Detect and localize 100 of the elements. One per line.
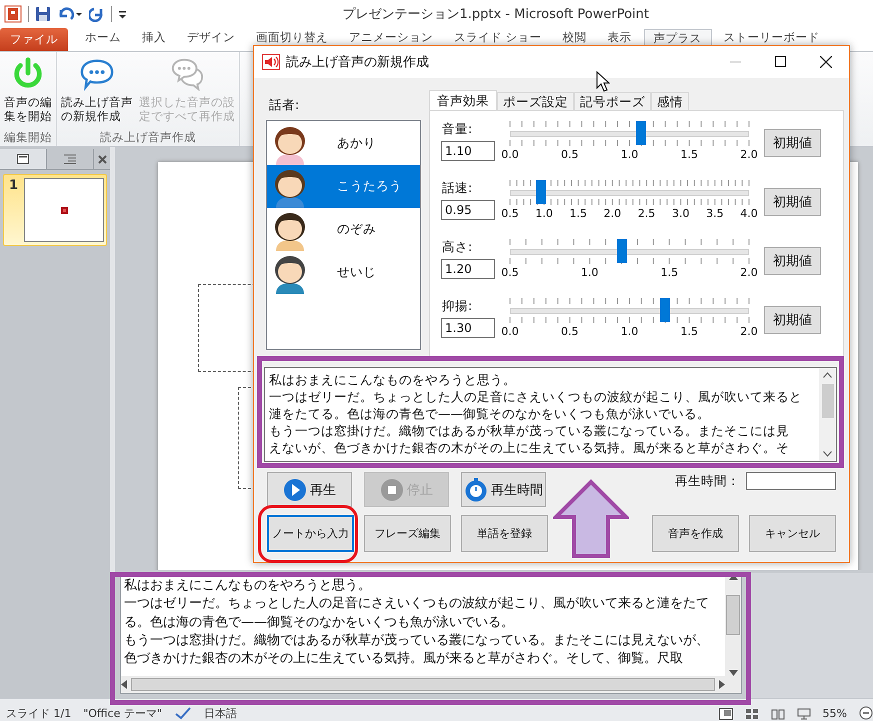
action-button[interactable]: 音声を作成 — [652, 515, 739, 552]
value-field[interactable]: 1.10 — [441, 141, 495, 161]
scroll-thumb[interactable] — [131, 678, 715, 691]
ribbon-tab[interactable]: ストーリーボード — [714, 29, 829, 45]
scale-label: 1.0 — [580, 266, 598, 279]
outline-tab-icon[interactable] — [64, 154, 76, 164]
window-title: プレゼンテーション1.pptx - Microsoft PowerPoint — [342, 6, 649, 23]
reset-button[interactable]: 初期値 — [764, 129, 821, 157]
slider-label: 音量: — [441, 120, 474, 138]
scale-label: 2.0 — [740, 266, 758, 279]
play-icon — [283, 478, 307, 502]
scale-label: 2.0 — [740, 325, 758, 338]
scale-label: 1.0 — [620, 325, 638, 338]
action-button[interactable]: フレーズ編集 — [364, 515, 451, 552]
stopwatch-icon — [464, 478, 488, 502]
ribbon-tab[interactable]: 声プラス — [644, 29, 712, 46]
ribbon-tab[interactable]: 表示 — [598, 29, 641, 45]
slider-thumb[interactable] — [636, 121, 646, 145]
slider-label: 抑揚: — [441, 297, 474, 315]
ribbon-tab[interactable]: 画面切り替え — [247, 29, 337, 45]
text-field[interactable]: 私はおまえにこんなものをやろうと思う。 一つはゼリーだ。ちょっとした人の足音にさえいくつもの波紋が起こり、風が吹いて来ると 漣をたてる。色は海の青色で——御覧そのなかをいくつも魚が泳いでいる。 もう一つは窓掛けだ。織物ではあるが秋草が茂っている叢になっている。またそこには見 えないが、色づきかけた銀杏の木がその上に生えている気持。風が来ると草がさわぐ。そ — [264, 367, 837, 462]
speaker-item[interactable]: こうたろう — [267, 165, 420, 208]
scale-label: 3.0 — [672, 207, 690, 220]
theme-name: "Office テーマ" — [83, 707, 162, 720]
ribbon-tab[interactable]: スライド ショー — [445, 29, 551, 45]
reset-button[interactable]: 初期値 — [764, 306, 821, 334]
scroll-up-icon[interactable] — [728, 574, 738, 580]
notes-line: 色づきかけた銀杏の木がその上に生えている気持。風が来ると草がさわぐ。そして、御覧。尺取 — [124, 650, 684, 668]
ribbon-tab[interactable]: 挿入 — [133, 29, 175, 45]
ribbon-tab[interactable]: 校閲 — [554, 29, 596, 45]
speech-bubbles-icon — [170, 57, 204, 91]
speaker-item[interactable]: せいじ — [267, 251, 420, 294]
ribbon-tab[interactable]: ホーム — [76, 29, 130, 45]
value-field[interactable]: 0.95 — [441, 200, 495, 220]
reset-button[interactable]: 初期値 — [764, 188, 821, 216]
text-line: 漣をたてる。色は海の青色で——御覧そのなかをいくつも魚が泳いでいる。 — [269, 405, 711, 422]
zoom-out-icon[interactable] — [859, 706, 873, 720]
scroll-thumb[interactable] — [822, 384, 834, 418]
action-button[interactable]: 単語を登録 — [461, 515, 548, 552]
scroll-thumb[interactable] — [726, 595, 740, 635]
normal-view-icon[interactable] — [718, 708, 733, 720]
speaker-item[interactable]: あかり — [267, 122, 420, 165]
slider-thumb[interactable] — [536, 180, 546, 204]
ribbon-button[interactable]: 読み上げ音声 の新規作成 — [59, 55, 135, 129]
ribbon-tab[interactable]: デザイン — [178, 29, 244, 45]
scale-label: 0.5 — [501, 207, 519, 220]
text-line: 一つはゼリーだ。ちょっとした人の足音にさえいくつもの波紋が起こり、風が吹いて来ると — [269, 388, 803, 405]
slider-thumb[interactable] — [660, 298, 670, 322]
scale-label: 3.5 — [706, 207, 724, 220]
maximize-icon[interactable] — [775, 56, 786, 67]
duration-label: 再生時間： — [675, 472, 740, 490]
scroll-up-icon[interactable] — [823, 372, 832, 378]
ribbon-button[interactable]: 音声の編 集を開始 — [2, 55, 54, 129]
app-icon[interactable] — [4, 5, 22, 23]
slides-tab-icon[interactable] — [17, 154, 29, 164]
scroll-down-icon[interactable] — [823, 451, 832, 457]
spellcheck-icon[interactable] — [174, 706, 192, 720]
text-line: えないが、色づきかけた銀杏の木がその上に生えている気持。風が来ると草がさわぐ。そ — [269, 439, 790, 456]
scale-label: 1.5 — [680, 325, 698, 338]
value-field[interactable]: 1.30 — [441, 318, 495, 338]
file-tab[interactable]: ファイル — [0, 28, 68, 51]
action-button[interactable]: ノートから入力 — [267, 515, 354, 552]
value-field[interactable]: 1.20 — [441, 259, 495, 279]
duration-field[interactable] — [746, 472, 836, 490]
zoom-level: 55% — [822, 707, 847, 720]
text-line: 私はおまえにこんなものをやろうと思う。 — [269, 371, 517, 388]
redo-icon[interactable] — [89, 6, 105, 22]
scale-label: 2.0 — [604, 207, 622, 220]
scale-label: 2.0 — [740, 148, 758, 161]
playback-button[interactable]: 再生時間 — [461, 472, 546, 507]
reading-view-icon[interactable] — [770, 708, 785, 720]
scale-label: 2.5 — [638, 207, 656, 220]
dialog-tab[interactable]: 感情 — [651, 92, 689, 110]
slide-number: 1 — [9, 178, 18, 195]
playback-button[interactable]: 再生 — [267, 472, 352, 507]
scale-label: 1.5 — [570, 207, 588, 220]
dialog-tab[interactable]: ポーズ設定 — [497, 92, 574, 110]
ribbon-tab[interactable]: アニメーション — [340, 29, 442, 45]
scroll-left-icon[interactable] — [121, 680, 127, 689]
reset-button[interactable]: 初期値 — [764, 247, 821, 275]
action-button[interactable]: キャンセル — [749, 515, 836, 552]
sorter-view-icon[interactable] — [744, 708, 759, 720]
slider-thumb[interactable] — [616, 239, 627, 263]
close-icon[interactable] — [820, 56, 832, 68]
save-icon[interactable] — [35, 6, 51, 22]
dialog-tab[interactable]: 音声効果 — [429, 90, 497, 110]
text-line: もう一つは窓掛けだ。織物ではあるが秋草が茂っている叢になっている。またそこには見 — [269, 422, 790, 439]
slide-count: スライド 1/1 — [6, 707, 72, 720]
slideshow-icon[interactable] — [796, 708, 811, 720]
slider-label: 高さ: — [441, 238, 474, 256]
speaker-icon — [262, 54, 280, 70]
scale-label: 1.5 — [660, 266, 678, 279]
scale-label: 0.0 — [501, 148, 519, 161]
dialog-tab[interactable]: 記号ポーズ — [574, 92, 651, 110]
notes-line: 私はおまえにこんなものをやろうと思う。 — [124, 577, 372, 595]
slide-thumbnail[interactable]: 1 — [3, 174, 107, 246]
undo-icon[interactable] — [57, 6, 83, 22]
notes-line: 一つはゼリーだ。ちょっとした人の足音にさえいくつもの波紋が起こり、風が吹いて来ると漣をたて — [124, 595, 710, 614]
speaker-item[interactable]: のぞみ — [267, 208, 420, 251]
scale-label: 4.0 — [740, 207, 758, 220]
